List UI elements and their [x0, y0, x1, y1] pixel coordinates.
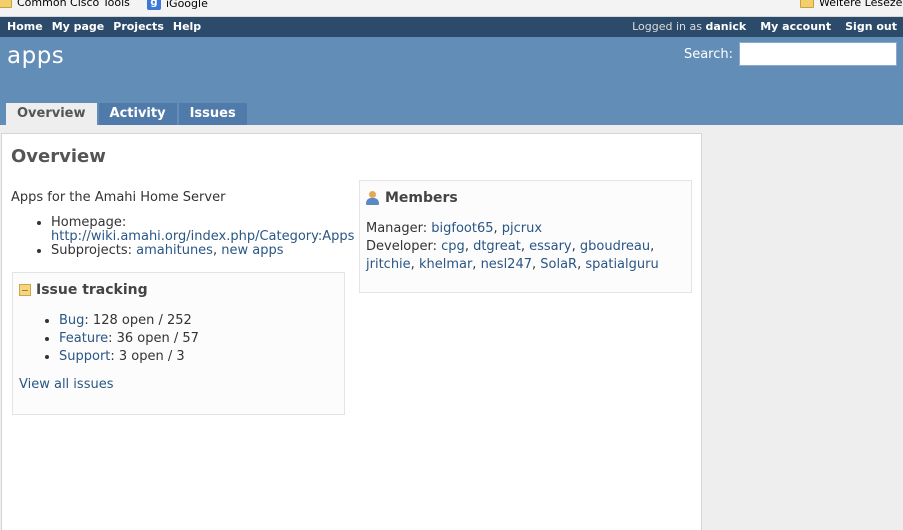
member-link[interactable]: khelmar	[419, 257, 472, 272]
quick-search: Search:	[684, 42, 897, 66]
bookmarks-bar: Common Cisco Tools g iGoogle Weitere Les…	[0, 0, 903, 17]
project-info: Apps for the Amahi Home Server Homepage:…	[11, 190, 354, 258]
tracker-link-feature[interactable]: Feature	[59, 331, 108, 346]
homepage-label: Homepage:	[51, 215, 127, 230]
list-item: Bug: 128 open / 252	[59, 312, 338, 330]
google-icon: g	[147, 0, 161, 10]
tracker-stats: : 3 open / 3	[110, 349, 185, 364]
member-link[interactable]: essary	[529, 239, 572, 254]
tab-overview[interactable]: Overview	[6, 103, 97, 125]
top-menu-projects[interactable]: Projects	[113, 20, 164, 33]
tracker-stats: : 36 open / 57	[108, 331, 199, 346]
homepage-link[interactable]: http://wiki.amahi.org/index.php/Category…	[51, 229, 354, 244]
tracker-list: Bug: 128 open / 252 Feature: 36 open / 5…	[59, 312, 338, 366]
subprojects-item: Subprojects: amahitunes, new apps	[51, 244, 351, 258]
members-title: Members	[385, 190, 458, 206]
member-link[interactable]: bigfoot65	[431, 221, 493, 236]
view-all-issues-link[interactable]: View all issues	[19, 377, 338, 392]
issue-tracking-icon	[19, 284, 31, 296]
member-link[interactable]: cpg	[441, 239, 465, 254]
subproject-link-amahitunes[interactable]: amahitunes	[136, 243, 213, 258]
page-title: Overview	[11, 146, 106, 167]
bookmark-other-bookmarks[interactable]: Weitere Lesezeichen	[800, 0, 903, 9]
top-menu-help[interactable]: Help	[173, 20, 201, 33]
top-menu-home[interactable]: Home	[7, 20, 43, 33]
folder-icon	[800, 0, 814, 8]
project-title: apps	[7, 43, 65, 69]
issue-tracking-title: Issue tracking	[36, 282, 148, 298]
tracker-link-support[interactable]: Support	[59, 349, 110, 364]
tab-issues[interactable]: Issues	[178, 103, 247, 125]
content-panel: Overview Apps for the Amahi Home Server …	[1, 133, 702, 530]
list-item: Feature: 36 open / 57	[59, 330, 338, 348]
tracker-link-bug[interactable]: Bug	[59, 313, 84, 328]
bookmark-common-cisco-tools[interactable]: Common Cisco Tools	[0, 0, 130, 9]
bookmark-label: Weitere Lesezeichen	[819, 0, 903, 9]
top-menu-my-page[interactable]: My page	[52, 20, 105, 33]
bookmark-label: iGoogle	[166, 0, 208, 10]
project-header: apps Search: Overview Activity Issues	[0, 37, 903, 125]
bookmark-label: Common Cisco Tools	[17, 0, 130, 9]
list-item: Support: 3 open / 3	[59, 348, 338, 366]
sign-out-link[interactable]: Sign out	[845, 20, 897, 33]
member-link[interactable]: dtgreat	[473, 239, 521, 254]
project-properties: Homepage: http://wiki.amahi.org/index.ph…	[51, 215, 354, 258]
subprojects-label: Subprojects:	[51, 243, 133, 258]
subproject-link-new-apps[interactable]: new apps	[221, 243, 283, 258]
issue-tracking-box: Issue tracking Bug: 128 open / 252 Featu…	[12, 272, 345, 415]
project-description: Apps for the Amahi Home Server	[11, 190, 226, 205]
member-link[interactable]: pjcrux	[502, 221, 542, 236]
manager-label: Manager:	[366, 221, 428, 236]
developers-line: Developer: cpg, dtgreat, essary, gboudre…	[366, 239, 659, 272]
logged-in-as: Logged in as danick	[632, 20, 746, 33]
developer-label: Developer:	[366, 239, 438, 254]
managers-line: Manager: bigfoot65, pjcrux	[366, 221, 543, 236]
main-menu: Overview Activity Issues	[6, 103, 247, 125]
member-link[interactable]: gboudreau	[580, 239, 650, 254]
bookmark-igoogle[interactable]: g iGoogle	[147, 0, 208, 10]
search-input[interactable]	[739, 42, 897, 66]
logged-in-prefix: Logged in as	[632, 20, 702, 33]
member-link[interactable]: nesl247	[481, 257, 532, 272]
member-link[interactable]: spatialguru	[585, 257, 658, 272]
top-menu: Home My page Projects Help Logged in as …	[0, 17, 903, 37]
member-link[interactable]: jritchie	[366, 257, 411, 272]
search-label: Search:	[683, 46, 733, 62]
my-account-link[interactable]: My account	[760, 20, 831, 33]
members-icon	[366, 191, 380, 205]
issue-tracking-heading: Issue tracking	[19, 282, 338, 298]
members-box: Members Manager: bigfoot65, pjcrux Devel…	[359, 180, 692, 293]
tracker-stats: : 128 open / 252	[84, 313, 192, 328]
folder-icon	[0, 0, 12, 8]
tab-activity[interactable]: Activity	[98, 103, 177, 125]
homepage-item: Homepage: http://wiki.amahi.org/index.ph…	[51, 215, 354, 244]
member-link[interactable]: SolaR	[540, 257, 577, 272]
members-heading: Members	[366, 190, 685, 206]
username[interactable]: danick	[706, 20, 747, 33]
